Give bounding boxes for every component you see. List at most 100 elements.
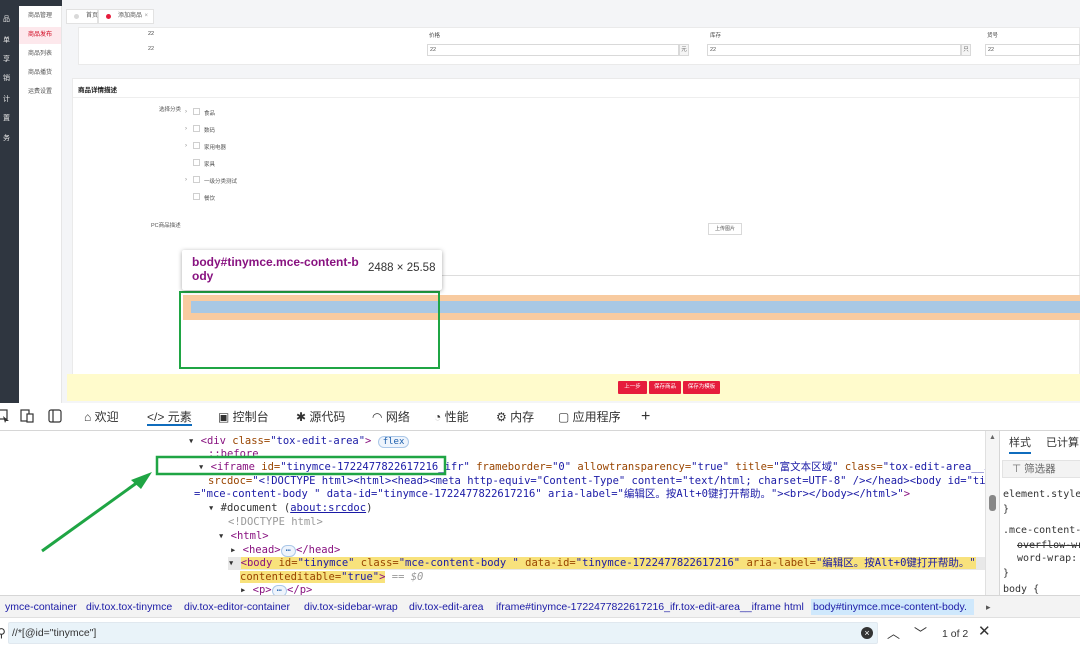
sidebar-item[interactable]: 品 bbox=[3, 14, 10, 24]
breadcrumb-item[interactable]: div.tox-sidebar-wrap bbox=[302, 599, 400, 615]
home-icon: ⌂ bbox=[84, 410, 95, 424]
scroll-thumb[interactable] bbox=[989, 495, 996, 511]
clear-icon[interactable]: × bbox=[861, 627, 873, 639]
tab-memory[interactable]: ⚙ 内存 bbox=[496, 408, 534, 426]
tab-welcome[interactable]: ⌂ 欢迎 bbox=[84, 408, 119, 426]
tab-sources[interactable]: ✱ 源代码 bbox=[296, 408, 345, 426]
sidebar-item[interactable]: 单 bbox=[3, 35, 10, 45]
checkbox[interactable] bbox=[193, 159, 200, 166]
tab-application[interactable]: ▢ 应用程序 bbox=[558, 408, 621, 426]
device-icon[interactable] bbox=[20, 409, 34, 423]
sub-menu: 商品管理 商品发布 商品列表 商品播货 运费设置 bbox=[19, 0, 62, 403]
submenu-item-product-publish[interactable]: 商品发布 bbox=[19, 27, 61, 44]
tab-network[interactable]: ◠ 网络 bbox=[372, 408, 410, 426]
style-line: } bbox=[1003, 504, 1010, 515]
console-icon: ▣ bbox=[218, 410, 233, 424]
checkbox[interactable] bbox=[193, 142, 200, 149]
search-value: //*[@id="tinymce"] bbox=[12, 627, 97, 639]
tab-label: 性能 bbox=[444, 410, 469, 424]
style-line: word-wrap: bbox=[1017, 553, 1078, 564]
tab-label: 内存 bbox=[510, 410, 535, 424]
checkbox[interactable] bbox=[193, 193, 200, 200]
app-icon: ▢ bbox=[558, 410, 573, 424]
submenu-item-product-stock[interactable]: 商品播货 bbox=[19, 65, 61, 82]
logo-area bbox=[0, 0, 62, 6]
filter-placeholder: 筛选器 bbox=[1024, 463, 1056, 475]
tab-computed[interactable]: 已计算 bbox=[1046, 437, 1079, 449]
close-icon[interactable]: × bbox=[144, 10, 148, 23]
sidebar-item[interactable]: 务 bbox=[3, 133, 10, 143]
breadcrumb-item[interactable]: iframe#tinymce-1722477822617216_ifr.tox-… bbox=[494, 599, 783, 615]
inspect-icon[interactable] bbox=[0, 409, 10, 423]
stock-input[interactable]: 22 bbox=[707, 44, 961, 56]
submenu-item-product-list[interactable]: 商品列表 bbox=[19, 46, 61, 63]
save-template-button[interactable]: 保存为模板 bbox=[683, 381, 720, 394]
sidebar-item[interactable]: 销 bbox=[3, 73, 10, 83]
chevron-right-icon[interactable]: › bbox=[185, 177, 187, 183]
annotation-box bbox=[179, 291, 440, 369]
page-tabs: 首页 添加商品 × bbox=[62, 9, 1080, 24]
panel-layout-icon[interactable] bbox=[48, 409, 62, 423]
tab-label: 欢迎 bbox=[94, 410, 119, 424]
chevron-up-icon[interactable]: ︿ bbox=[887, 627, 900, 641]
tab-dot-icon bbox=[106, 14, 111, 19]
style-line: } bbox=[1003, 568, 1010, 579]
tab-elements[interactable]: </> 元素 bbox=[147, 408, 192, 426]
breadcrumb-item-selected[interactable]: body#tinymce.mce-content-body. bbox=[811, 599, 974, 615]
dom-scrollbar[interactable]: ▲ bbox=[985, 431, 999, 595]
tab-styles[interactable]: 样式 bbox=[1009, 437, 1031, 454]
filter-icon: ⊤ bbox=[1012, 463, 1025, 475]
save-product-button[interactable]: 保存商品 bbox=[649, 381, 681, 394]
upload-image-button[interactable]: 上传图片 bbox=[708, 223, 742, 235]
breadcrumb-item[interactable]: ymce-container bbox=[3, 599, 79, 615]
add-tab-button[interactable]: + bbox=[641, 408, 650, 426]
web-page: 品 单 享 销 计 置 务 商品管理 商品发布 商品列表 商品播货 运费设置 首… bbox=[0, 0, 1080, 403]
column-header: 价格 bbox=[429, 33, 441, 39]
breadcrumb-item[interactable]: div.tox.tox-tinymce bbox=[84, 599, 174, 615]
style-line: element.style bbox=[1003, 489, 1080, 500]
search-input[interactable]: //*[@id="tinymce"] × bbox=[8, 622, 878, 644]
submenu-item-shipping[interactable]: 运费设置 bbox=[19, 84, 61, 101]
divider bbox=[73, 97, 1079, 98]
checkbox[interactable] bbox=[193, 176, 200, 183]
tab-label: 首页 bbox=[86, 13, 99, 19]
tab-label: 网络 bbox=[385, 410, 410, 424]
inspect-tooltip: body#tinymce.mce-content-body 2488 × 25.… bbox=[182, 250, 442, 290]
chevron-right-icon[interactable]: › bbox=[185, 126, 187, 132]
scroll-up-icon[interactable]: ▲ bbox=[989, 434, 996, 441]
breadcrumb-item[interactable]: div.tox-edit-area bbox=[407, 599, 486, 615]
tab-add-product[interactable]: 添加商品 × bbox=[98, 9, 154, 24]
screen: 品 单 享 销 计 置 务 商品管理 商品发布 商品列表 商品播货 运费设置 首… bbox=[0, 0, 1080, 648]
category-name: 数码 bbox=[204, 128, 216, 134]
price-input[interactable]: 22 bbox=[427, 44, 679, 56]
spec-table: 22 价格 库存 货号 22 22 元 22 只 22 bbox=[78, 27, 1080, 65]
chevron-right-icon[interactable]: › bbox=[185, 143, 187, 149]
dom-tree: ▾ <div class="tox-edit-area"> flex ::bef… bbox=[0, 431, 985, 595]
sku-input[interactable]: 22 bbox=[985, 44, 1080, 56]
tab-console[interactable]: ▣ 控制台 bbox=[218, 408, 269, 426]
sidebar-item[interactable]: 享 bbox=[3, 54, 10, 64]
tab-performance[interactable]: ◔ 性能 bbox=[434, 408, 469, 426]
close-icon[interactable]: ✕ bbox=[978, 624, 991, 639]
styles-filter-input[interactable]: ⊤ 筛选器 bbox=[1002, 460, 1080, 478]
main-sidebar: 品 单 享 销 计 置 务 bbox=[0, 0, 19, 403]
checkbox[interactable] bbox=[193, 108, 200, 115]
stock-unit: 只 bbox=[961, 44, 971, 56]
chevron-down-icon[interactable]: ﹀ bbox=[914, 627, 927, 641]
chevron-right-icon[interactable]: › bbox=[185, 109, 187, 115]
sidebar-item[interactable]: 置 bbox=[3, 113, 10, 123]
submenu-item-product-manage[interactable]: 商品管理 bbox=[19, 8, 61, 25]
category-name: 餐饮 bbox=[204, 196, 216, 202]
bug-icon: ✱ bbox=[296, 410, 310, 424]
spec-name: 22 bbox=[148, 46, 155, 52]
checkbox[interactable] bbox=[193, 125, 200, 132]
sidebar-item[interactable]: 计 bbox=[3, 94, 10, 104]
tab-label: 源代码 bbox=[309, 410, 346, 424]
prev-step-button[interactable]: 上一步 bbox=[618, 381, 647, 394]
chevron-right-icon[interactable]: ▸ bbox=[984, 599, 993, 615]
devtools-tabbar: ⌂ 欢迎 </> 元素 ▣ 控制台 ✱ 源代码 ◠ 网络 ◔ 性能 ⚙ 内存 ▢… bbox=[0, 403, 1080, 431]
category-label: 选择分类 bbox=[159, 107, 182, 113]
tab-home[interactable]: 首页 bbox=[66, 9, 98, 24]
breadcrumb-item[interactable]: html bbox=[782, 599, 806, 615]
breadcrumb-item[interactable]: div.tox-editor-container bbox=[182, 599, 292, 615]
